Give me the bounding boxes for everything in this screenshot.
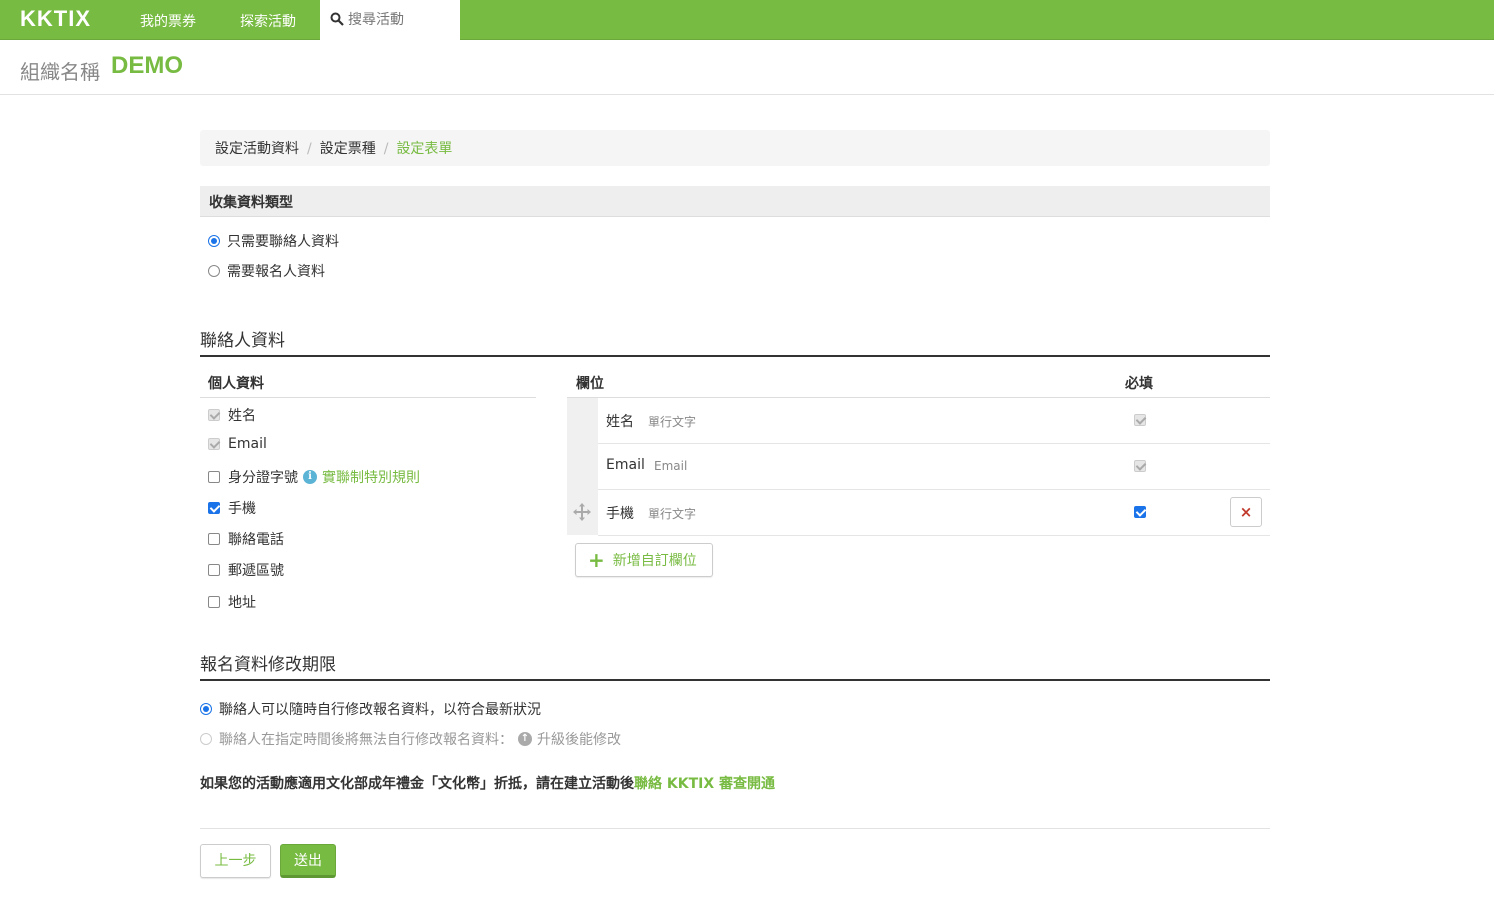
personal-field-phone[interactable]: 聯絡電話 (208, 529, 284, 549)
personal-field-zipcode[interactable]: 郵遞區號 (208, 560, 284, 580)
notice-text: 如果您的活動應適用文化部成年禮金「文化幣」折抵，請在建立活動後 (200, 776, 634, 792)
checkbox-label: 地址 (228, 595, 256, 611)
field-row-mobile: 手機 單行文字 (598, 490, 1270, 536)
org-name[interactable]: DEMO (111, 52, 183, 80)
field-name: 手機 (606, 506, 634, 522)
personal-field-name: 姓名 (208, 405, 256, 425)
modify-anytime-option[interactable]: 聯絡人可以隨時自行修改報名資料，以符合最新狀況 (200, 699, 541, 719)
plus-icon: + (588, 548, 605, 572)
search-box (320, 0, 460, 40)
checkbox-label: 手機 (228, 501, 256, 517)
previous-step-button[interactable]: 上一步 (200, 844, 271, 878)
fields-column-header: 欄位 (576, 376, 604, 392)
checkbox-label: 郵遞區號 (228, 563, 284, 579)
breadcrumb-step-form: 設定表單 (396, 141, 453, 157)
checkbox[interactable] (208, 471, 220, 483)
field-type: 單行文字 (648, 507, 697, 521)
radio-button[interactable] (200, 703, 212, 715)
culture-coin-notice: 如果您的活動應適用文化部成年禮金「文化幣」折抵，請在建立活動後聯絡 KKTIX … (200, 773, 775, 793)
nav-explore-events[interactable]: 探索活動 (240, 11, 296, 31)
arrow-up-circle-icon: ↑ (518, 732, 532, 746)
checkbox-label: 身分證字號 (228, 470, 298, 486)
radio-label: 只需要聯絡人資料 (227, 234, 339, 250)
modify-period-title: 報名資料修改期限 (200, 650, 1270, 681)
checkbox[interactable] (208, 533, 220, 545)
contact-section-title: 聯絡人資料 (200, 326, 1270, 357)
breadcrumb: 設定活動資料 / 設定票種 / 設定表單 (200, 130, 1270, 166)
add-custom-field-label: 新增自訂欄位 (612, 553, 697, 569)
required-checkbox[interactable] (1134, 506, 1146, 518)
breadcrumb-separator: / (383, 141, 389, 157)
radio-button[interactable] (208, 235, 220, 247)
submit-button[interactable]: 送出 (280, 844, 336, 878)
personal-field-mobile[interactable]: 手機 (208, 498, 256, 518)
search-input[interactable] (348, 8, 456, 32)
divider (200, 828, 1270, 829)
move-icon[interactable] (573, 503, 591, 521)
required-column-header: 必填 (1125, 376, 1153, 392)
field-type: Email (654, 459, 688, 473)
radio-button (200, 733, 212, 745)
divider (200, 397, 536, 398)
kktix-logo[interactable]: KKTIX (20, 6, 91, 32)
checkbox-label: 聯絡電話 (228, 532, 284, 548)
nav-my-tickets[interactable]: 我的票券 (140, 11, 196, 31)
add-custom-field-button[interactable]: + 新增自訂欄位 (575, 543, 713, 577)
radio-button[interactable] (208, 265, 220, 277)
breadcrumb-step-ticket-types[interactable]: 設定票種 (320, 141, 376, 157)
info-icon[interactable]: i (303, 470, 317, 484)
collect-attendee-option[interactable]: 需要報名人資料 (208, 261, 325, 281)
field-row-email: Email Email (598, 444, 1270, 490)
org-label: 組織名稱 (20, 60, 100, 84)
personal-field-id-number[interactable]: 身分證字號 i 實聯制特別規則 (208, 467, 420, 487)
search-icon[interactable] (330, 12, 344, 26)
field-name: Email (606, 457, 645, 473)
close-icon: × (1239, 503, 1253, 521)
top-navbar: KKTIX 我的票券 探索活動 (0, 0, 1494, 40)
checkbox-label: Email (228, 436, 267, 452)
field-type: 單行文字 (648, 415, 697, 429)
required-checkbox (1134, 414, 1146, 426)
personal-field-email: Email (208, 436, 267, 452)
checkbox[interactable] (208, 596, 220, 608)
breadcrumb-separator: / (307, 141, 312, 157)
field-name: 姓名 (606, 414, 634, 430)
remove-field-button[interactable]: × (1230, 497, 1262, 527)
checkbox (208, 409, 220, 421)
checkbox-label: 姓名 (228, 408, 256, 424)
real-name-rules-link[interactable]: 實聯制特別規則 (322, 467, 420, 487)
personal-info-header: 個人資料 (208, 376, 264, 392)
collect-contact-only-option[interactable]: 只需要聯絡人資料 (208, 231, 339, 251)
required-checkbox (1134, 460, 1146, 472)
collect-type-heading: 收集資料類型 (200, 186, 1270, 217)
checkbox (208, 438, 220, 450)
radio-label: 聯絡人在指定時間後將無法自行修改報名資料： (219, 732, 513, 748)
radio-label: 需要報名人資料 (227, 264, 325, 280)
checkbox[interactable] (208, 564, 220, 576)
org-header: 組織名稱 DEMO (0, 40, 1494, 95)
radio-label: 聯絡人可以隨時自行修改報名資料，以符合最新狀況 (219, 702, 541, 718)
contact-kktix-review-link[interactable]: 聯絡 KKTIX 審查開通 (634, 776, 775, 792)
personal-field-address[interactable]: 地址 (208, 592, 256, 612)
checkbox[interactable] (208, 502, 220, 514)
field-row-name: 姓名 單行文字 (598, 398, 1270, 444)
upgrade-text: 升級後能修改 (537, 732, 621, 748)
modify-deadline-option: 聯絡人在指定時間後將無法自行修改報名資料： ↑ 升級後能修改 (200, 729, 621, 749)
breadcrumb-step-event-info[interactable]: 設定活動資料 (215, 141, 299, 157)
